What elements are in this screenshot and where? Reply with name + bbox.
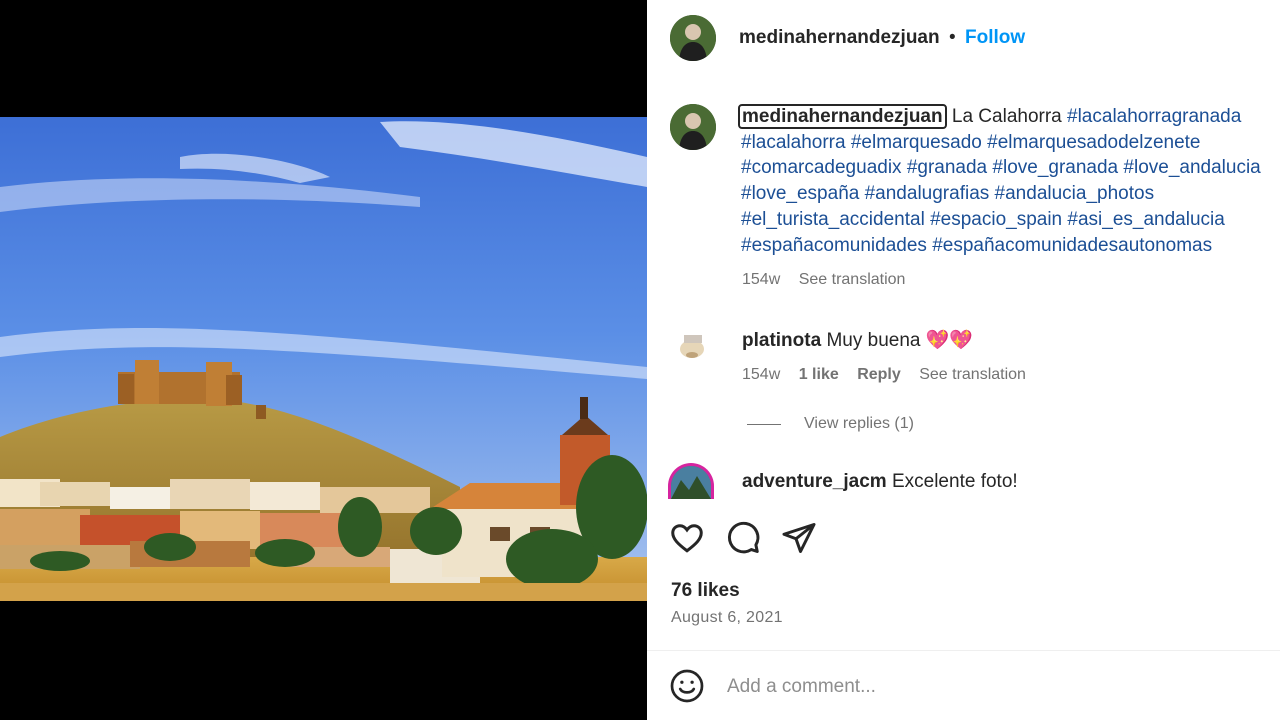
- view-replies-button[interactable]: View replies (1): [804, 415, 914, 433]
- follow-button[interactable]: Follow: [965, 27, 1025, 49]
- hashtag[interactable]: #comarcadeguadix: [741, 157, 902, 178]
- see-translation-link[interactable]: See translation: [919, 366, 1026, 383]
- caption-time: 154w: [742, 271, 781, 288]
- comment-time: 154w: [742, 366, 781, 383]
- hashtag[interactable]: #lacalahorra: [741, 132, 846, 153]
- hashtag[interactable]: #espacio_spain: [930, 209, 1062, 230]
- comment-username[interactable]: adventure_jacm: [742, 471, 887, 492]
- smiley-icon[interactable]: [669, 668, 705, 704]
- post-caption: medinahernandezjuan La Calahorra #lacala…: [738, 104, 1280, 258]
- hashtag[interactable]: #elmarquesado: [851, 132, 982, 153]
- add-comment-input[interactable]: [727, 674, 1167, 700]
- post-photo: [0, 117, 647, 601]
- comment-item: platinota Muy buena 💖💖: [742, 328, 973, 352]
- post-date: August 6, 2021: [671, 609, 783, 626]
- hashtag[interactable]: #granada: [907, 157, 987, 178]
- hashtag[interactable]: #love_andalucia: [1123, 157, 1260, 178]
- commenter-avatar[interactable]: [670, 325, 716, 371]
- comment-meta: 154w 1 like Reply See translation: [742, 366, 1040, 384]
- separator-dot: •: [949, 27, 956, 48]
- view-replies-line: [747, 424, 781, 425]
- comment-username[interactable]: platinota: [742, 330, 821, 351]
- caption-username[interactable]: medinahernandezjuan: [738, 104, 947, 129]
- heart-icon[interactable]: [669, 520, 705, 556]
- author-username[interactable]: medinahernandezjuan: [739, 27, 940, 49]
- hashtag[interactable]: #andalugrafias: [865, 183, 990, 204]
- commenter-avatar[interactable]: [668, 463, 714, 499]
- landscape-image: [0, 117, 647, 601]
- comment-likes-count[interactable]: 1 like: [799, 366, 839, 383]
- hashtag[interactable]: #el_turista_accidental: [741, 209, 925, 230]
- comment-item: adventure_jacm Excelente foto!: [742, 471, 1018, 493]
- caption-meta: 154w See translation: [742, 271, 919, 289]
- hashtag[interactable]: #españacomunidadesautonomas: [932, 235, 1212, 256]
- speech-bubble-icon[interactable]: [725, 520, 761, 556]
- caption-text: La Calahorra: [951, 106, 1062, 127]
- post-side-panel: medinahernandezjuan • Follow medinaherna…: [647, 0, 1280, 720]
- comment-text: Muy buena 💖💖: [826, 330, 974, 351]
- hashtag[interactable]: #asi_es_andalucia: [1067, 209, 1224, 230]
- comment-text: Excelente foto!: [891, 471, 1018, 492]
- likes-count[interactable]: 76 likes: [671, 580, 740, 602]
- caption-avatar[interactable]: [670, 104, 716, 150]
- hashtag[interactable]: #andalucia_photos: [995, 183, 1155, 204]
- author-avatar[interactable]: [670, 15, 716, 61]
- hashtag[interactable]: #elmarquesadodelzenete: [987, 132, 1200, 153]
- hashtag[interactable]: #lacalahorragranada: [1067, 106, 1241, 127]
- paper-plane-icon[interactable]: [781, 520, 817, 556]
- reply-button[interactable]: Reply: [857, 366, 901, 383]
- post-media[interactable]: [0, 0, 647, 720]
- see-translation-link[interactable]: See translation: [799, 271, 906, 288]
- hashtag[interactable]: #love_granada: [992, 157, 1118, 178]
- hashtag[interactable]: #love_españa: [741, 183, 859, 204]
- divider: [647, 650, 1280, 651]
- hashtag[interactable]: #españacomunidades: [741, 235, 927, 256]
